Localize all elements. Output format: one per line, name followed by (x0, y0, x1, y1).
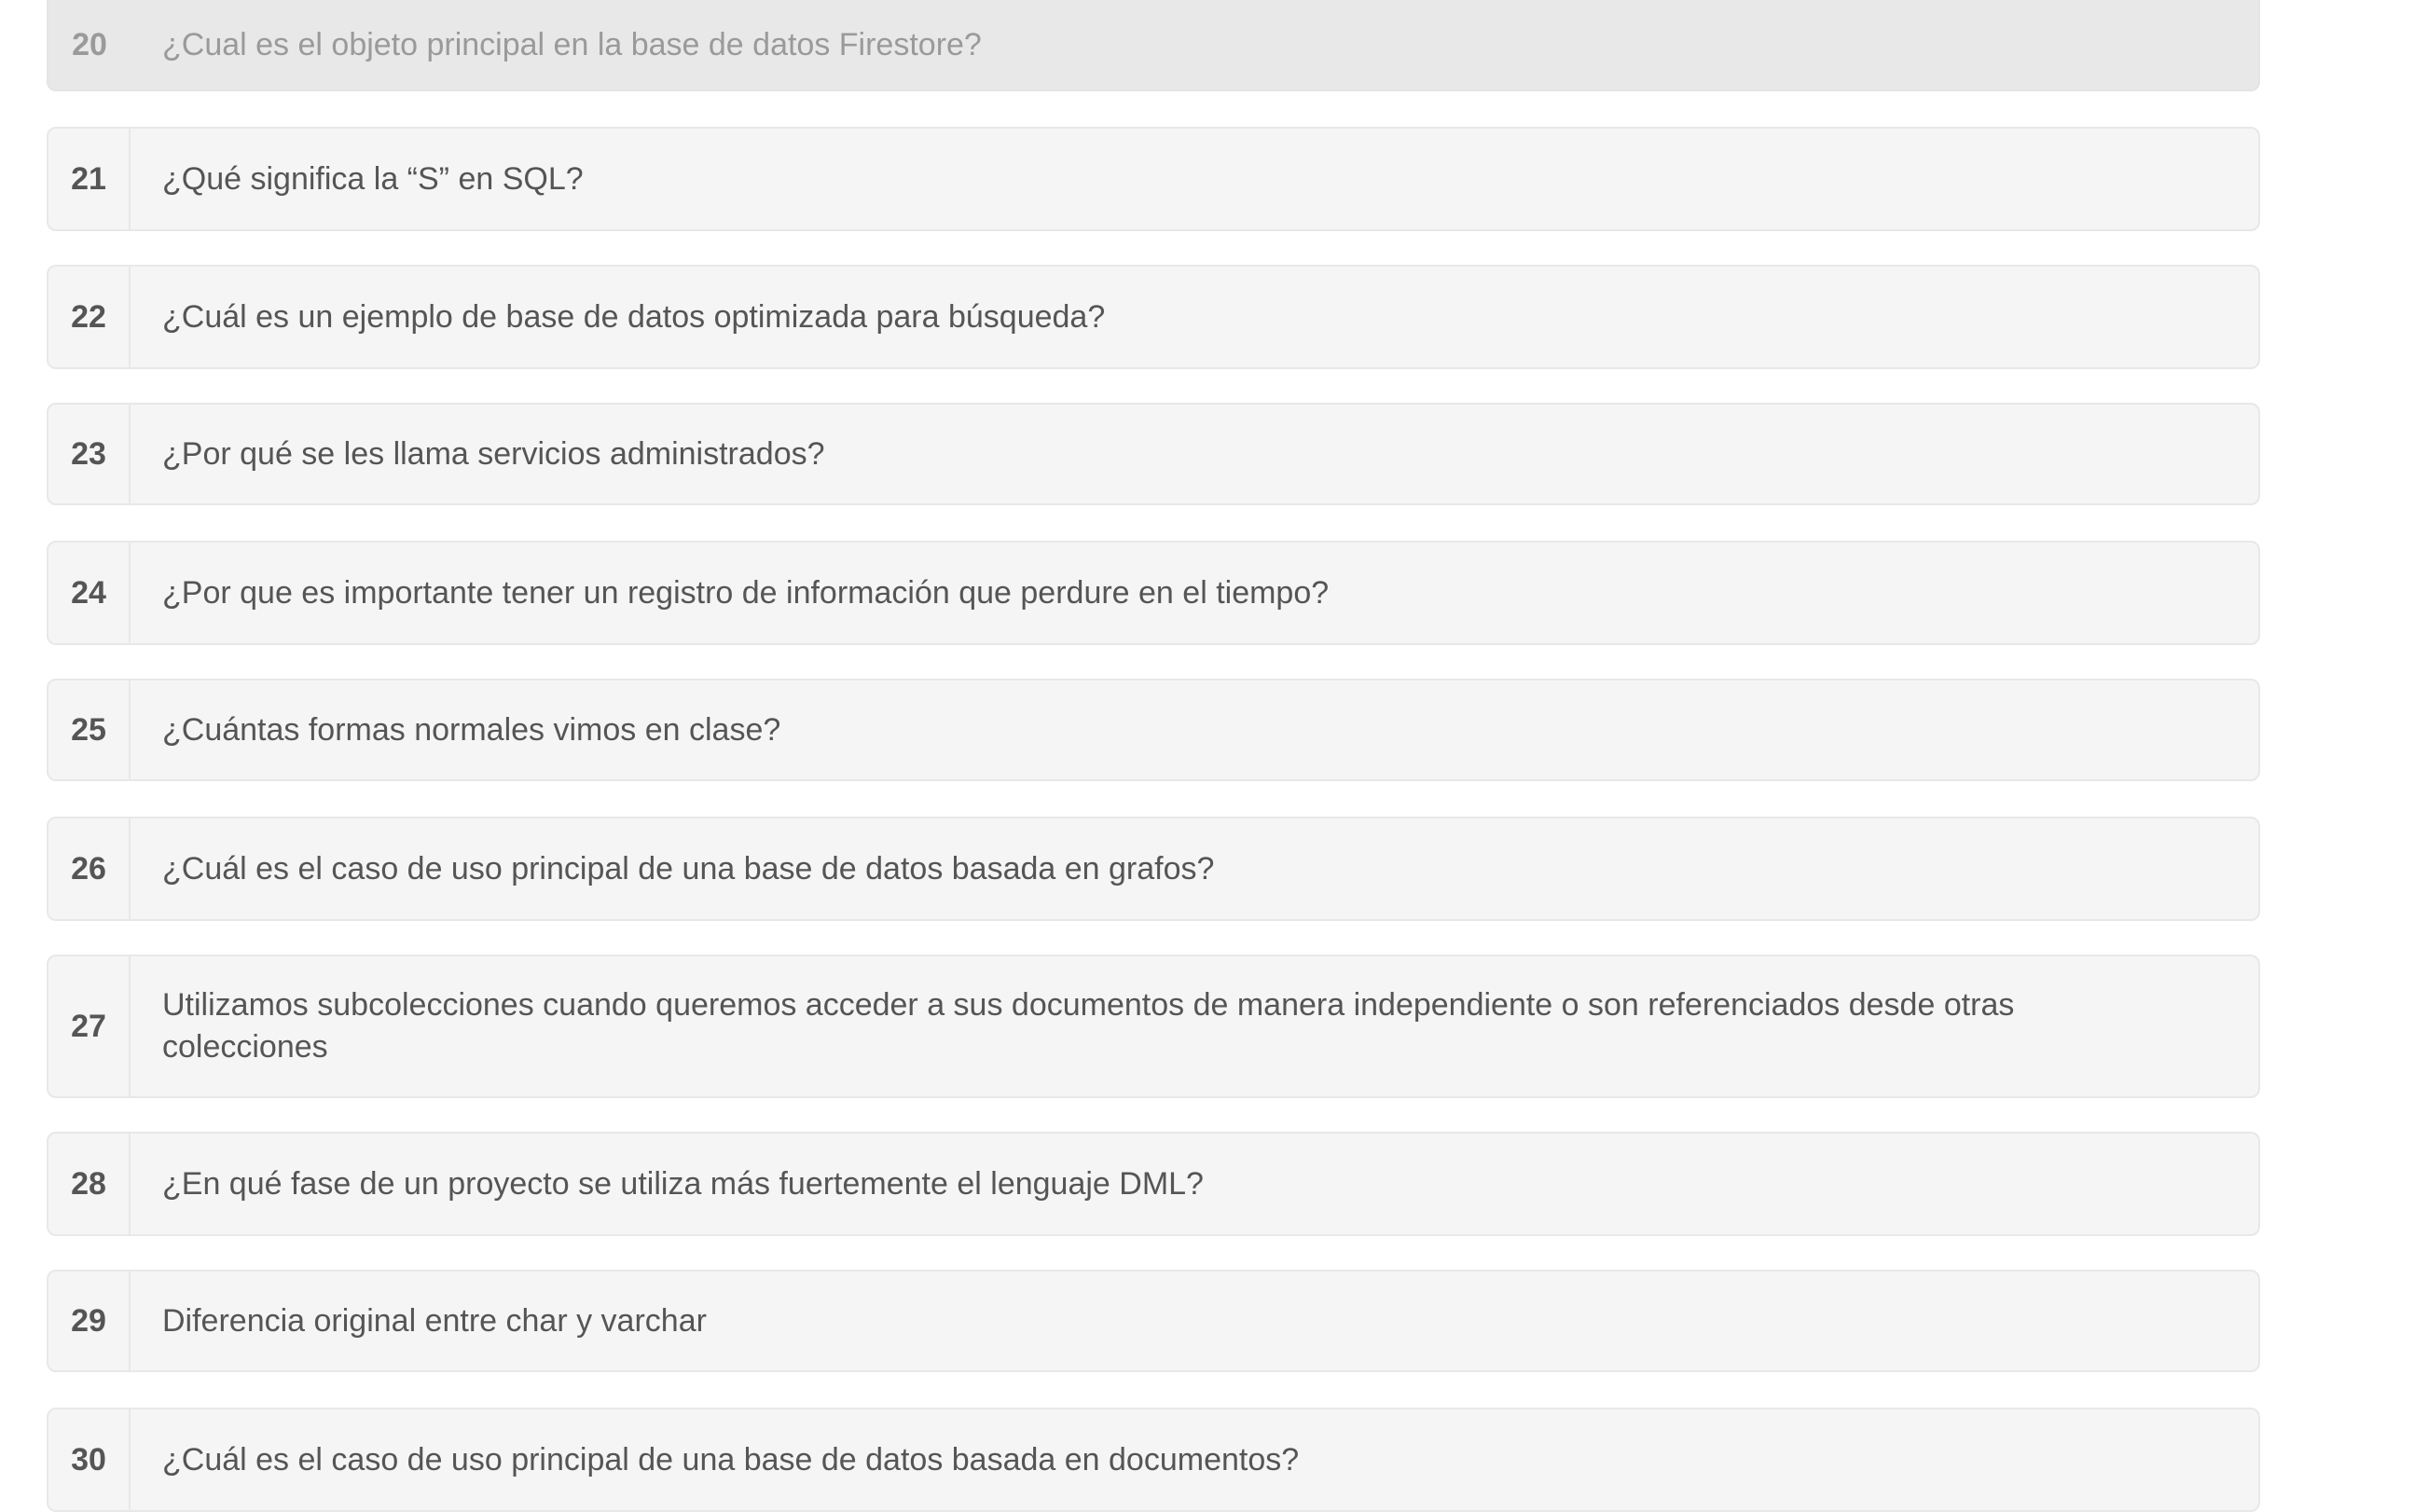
question-row-21[interactable]: 21 ¿Qué significa la “S” en SQL? (47, 127, 2260, 231)
question-row-29[interactable]: 29 Diferencia original entre char y varc… (47, 1270, 2260, 1372)
question-number: 28 (48, 1134, 131, 1234)
question-text: ¿Por qué se les llama servicios administ… (162, 435, 825, 472)
question-row-28[interactable]: 28 ¿En qué fase de un proyecto se utiliz… (47, 1132, 2260, 1236)
question-row-27[interactable]: 27 Utilizamos subcolecciones cuando quer… (47, 955, 2260, 1098)
question-row-20[interactable]: 20 ¿Cual es el objeto principal en la ba… (47, 0, 2260, 91)
question-number: 24 (48, 543, 131, 643)
question-number: 22 (48, 267, 131, 367)
question-row-25[interactable]: 25 ¿Cuántas formas normales vimos en cla… (47, 679, 2260, 781)
question-number: 21 (48, 129, 131, 229)
question-text: ¿Cuántas formas normales vimos en clase? (162, 711, 781, 748)
question-number: 23 (48, 405, 131, 503)
question-row-30[interactable]: 30 ¿Cuál es el caso de uso principal de … (47, 1408, 2260, 1512)
question-row-22[interactable]: 22 ¿Cuál es un ejemplo de base de datos … (47, 265, 2260, 369)
question-text: Diferencia original entre char y varchar (162, 1302, 707, 1339)
question-text: ¿Cuál es el caso de uso principal de una… (162, 1441, 1300, 1478)
question-text: ¿Cuál es el caso de uso principal de una… (162, 850, 1215, 887)
question-number: 27 (48, 956, 131, 1096)
question-text: ¿En qué fase de un proyecto se utiliza m… (162, 1165, 1204, 1202)
question-number: 20 (72, 26, 107, 62)
question-text: ¿Cual es el objeto principal en la base … (162, 26, 982, 62)
question-text: Utilizamos subcolecciones cuando queremo… (162, 987, 2015, 1065)
question-row-24[interactable]: 24 ¿Por que es importante tener un regis… (47, 541, 2260, 645)
question-text: ¿Qué significa la “S” en SQL? (162, 160, 584, 197)
question-number: 25 (48, 680, 131, 779)
question-number: 29 (48, 1271, 131, 1370)
question-text: ¿Cuál es un ejemplo de base de datos opt… (162, 298, 1106, 335)
question-text: ¿Por que es importante tener un registro… (162, 574, 1330, 611)
question-row-23[interactable]: 23 ¿Por qué se les llama servicios admin… (47, 403, 2260, 505)
question-number: 26 (48, 818, 131, 919)
question-row-26[interactable]: 26 ¿Cuál es el caso de uso principal de … (47, 817, 2260, 921)
question-number: 30 (48, 1409, 131, 1510)
